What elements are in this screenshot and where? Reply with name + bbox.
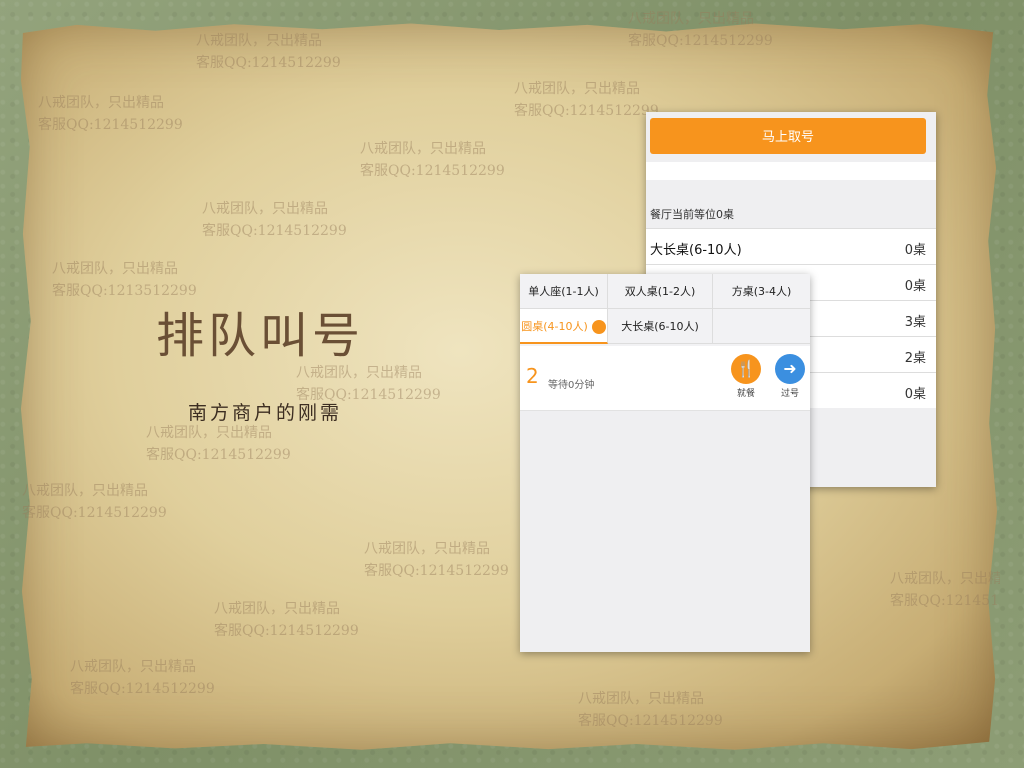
spacer-strip	[646, 162, 936, 180]
watermark: 八戒团队，只出精品客服QQ:1214512299	[146, 425, 291, 463]
watermark: 八戒团队，只出精品客服QQ:1214512299	[70, 659, 215, 697]
table-waiting-count: 0桌	[904, 279, 926, 294]
table-waiting-count: 0桌	[904, 243, 926, 258]
table-row[interactable]: 大长桌(6-10人) 0桌	[646, 228, 936, 264]
watermark: 八戒团队，只出精品客服QQ:1214512299	[364, 541, 509, 579]
watermark: 八戒团队，只出精品客服QQ:1214512299	[360, 141, 505, 179]
queue-number: 2	[526, 364, 539, 388]
watermark: 八戒团队，只出精品客服QQ:1214512299	[214, 601, 359, 639]
queue-call-screenshot: 单人座(1-1人) 双人桌(1-2人) 方桌(3-4人) 圆桌(4-10人) 大…	[520, 274, 810, 652]
tab-round-table[interactable]: 圆桌(4-10人)	[520, 309, 608, 344]
tab-empty	[713, 309, 810, 344]
queue-row[interactable]: 2 等待0分钟 🍴 就餐 ➜ 过号	[520, 346, 810, 411]
fork-knife-icon: 🍴	[731, 354, 761, 384]
tab-single-seat[interactable]: 单人座(1-1人)	[520, 274, 608, 309]
table-waiting-count: 3桌	[904, 315, 926, 330]
slide-subtitle: 南方商户的刚需	[188, 402, 343, 424]
table-waiting-count: 2桌	[904, 351, 926, 366]
watermark: 八戒团队，只出精品客服QQ:1214512299	[196, 33, 341, 71]
tab-square-table[interactable]: 方桌(3-4人)	[713, 274, 810, 309]
table-type-name: 大长桌(6-10人)	[650, 243, 742, 258]
seat-button[interactable]: 🍴 就餐	[726, 354, 766, 399]
tab-double-table[interactable]: 双人桌(1-2人)	[608, 274, 713, 309]
table-waiting-count: 0桌	[904, 387, 926, 402]
watermark: 八戒团队，只出精品客服QQ:1214512299	[202, 201, 347, 239]
wait-time: 等待0分钟	[548, 380, 595, 391]
skip-arrow-icon: ➜	[775, 354, 805, 384]
watermark: 八戒团队，只出精品客服QQ:1214512299	[890, 571, 1000, 609]
pass-label: 过号	[780, 389, 799, 399]
notification-dot	[591, 320, 606, 334]
pass-button[interactable]: ➜ 过号	[770, 354, 810, 399]
slide-title: 排队叫号	[156, 308, 365, 364]
table-type-tabs: 单人座(1-1人) 双人桌(1-2人) 方桌(3-4人) 圆桌(4-10人) 大…	[520, 274, 810, 346]
waiting-summary: 餐厅当前等位0桌	[650, 208, 734, 221]
tab-label: 圆桌(4-10人)	[521, 320, 588, 333]
watermark: 八戒团队，只出精品客服QQ:1214512299	[578, 691, 723, 729]
take-number-button[interactable]: 马上取号	[650, 118, 926, 154]
tab-long-table[interactable]: 大长桌(6-10人)	[608, 309, 713, 344]
watermark: 八戒团队，只出精品客服QQ:1214512299	[628, 11, 773, 49]
watermark: 八戒团队，只出精品客服QQ:1214512299	[514, 81, 659, 119]
watermark: 八戒团队，只出精品客服QQ:1214512299	[22, 483, 167, 521]
seat-label: 就餐	[736, 389, 755, 399]
watermark: 八戒团队，只出精品客服QQ:1214512299	[38, 95, 183, 133]
